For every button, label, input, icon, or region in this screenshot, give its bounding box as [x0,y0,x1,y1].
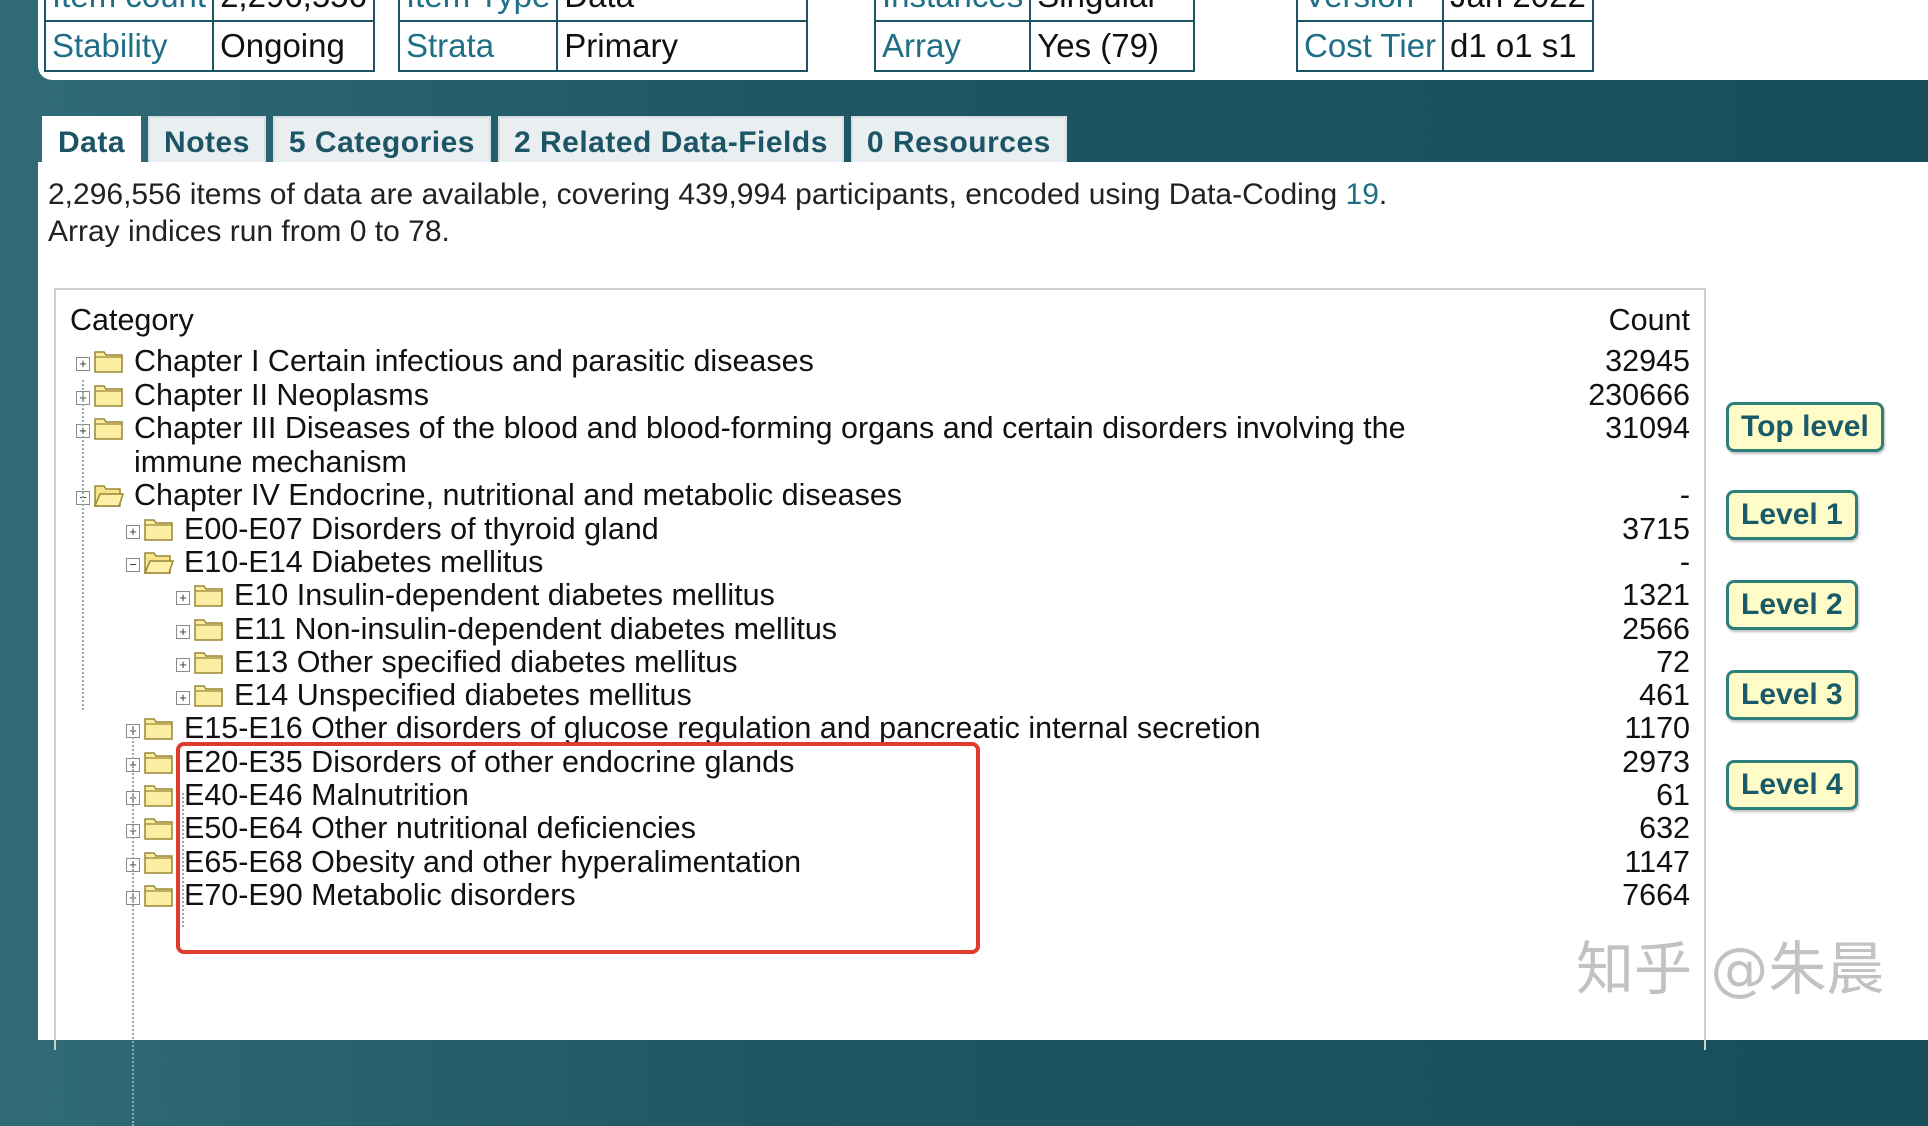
array-label: Array [873,20,1032,72]
folder-icon [194,652,223,674]
category-count: 7664 [1622,877,1690,912]
folder-open-icon [144,552,174,574]
tree-guide-line [82,380,84,710]
info-table-2: Item Type Data Strata Primary [397,0,809,72]
folder-icon [94,351,123,373]
folder-icon [144,851,173,874]
tree-header: Category Count [56,300,1704,341]
level-4-button[interactable]: Level 4 [1726,760,1858,810]
level-3-button[interactable]: Level 3 [1726,670,1858,720]
folder-icon [194,685,223,707]
summary-text: 2,296,556 items of data are available, c… [48,178,1346,211]
cost-tier-label: Cost Tier [1295,20,1445,72]
tab-notes[interactable]: Notes [148,116,266,166]
tree-row: + E70-E90 Metabolic disorders 7664 [56,875,1704,916]
category-header: Category [70,303,194,337]
expand-icon[interactable]: + [76,357,90,371]
info-table-4: Version Jan 2022 Cost Tier d1 o1 s1 [1295,0,1594,72]
cost-tier-value: d1 o1 s1 [1442,20,1594,72]
folder-icon [144,518,173,541]
expand-icon[interactable]: + [176,657,190,672]
item-type-value: Data [556,0,809,22]
folder-icon [94,418,123,441]
item-type-label: Item Type [397,0,559,22]
tab-content-data: 2,296,556 items of data are available, c… [38,162,1928,1126]
instances-label: Instances [873,0,1032,22]
expand-icon[interactable]: + [126,524,140,539]
tab-categories[interactable]: 5 Categories [272,116,491,166]
data-coding-link[interactable]: 19 [1346,178,1379,211]
version-value: Jan 2022 [1442,0,1594,22]
category-label[interactable]: E70-E90 Metabolic disorders [184,875,576,916]
array-indices-text: Array indices run from 0 to 78. [48,215,450,248]
stability-value: Ongoing [212,20,375,72]
tab-bar: Data Notes 5 Categories 2 Related Data-F… [42,116,1067,166]
info-table-1: Item count 2,296,556 Stability Ongoing [43,0,375,72]
tree-guide-line [182,793,184,927]
tab-related-data-fields[interactable]: 2 Related Data-Fields [497,116,844,166]
expand-icon[interactable]: + [176,691,190,706]
array-value: Yes (79) [1029,20,1196,72]
data-summary: 2,296,556 items of data are available, c… [48,176,1387,250]
stability-label: Stability [43,20,215,72]
folder-icon [194,618,223,641]
strata-value: Primary [556,20,809,72]
version-label: Version [1295,0,1445,22]
expand-icon[interactable]: + [176,624,190,639]
collapse-icon[interactable]: − [126,557,140,572]
folder-icon [144,785,173,807]
info-table-3: Instances Singular Array Yes (79) [873,0,1196,72]
tab-resources[interactable]: 0 Resources [850,116,1067,166]
folder-icon [144,885,173,907]
folder-icon [144,751,173,774]
folder-icon [144,718,173,741]
category-tree: Category Count + Chapter I Certain infect… [54,288,1706,1126]
tab-data[interactable]: Data [42,116,142,166]
instances-value: Singular [1029,0,1196,22]
item-count-value: 2,296,556 [212,0,375,22]
count-header: Count [1608,303,1690,337]
item-count-label: Item count [43,0,215,22]
folder-icon [194,585,223,607]
tree-guide-line [132,726,134,1126]
expand-icon[interactable]: + [176,591,190,606]
folder-icon [144,818,173,841]
folder-icon [94,385,123,407]
folder-open-icon [94,485,124,508]
field-info-panel: Item count 2,296,556 Stability Ongoing I… [38,0,1928,80]
top-level-button[interactable]: Top level [1726,402,1884,452]
strata-label: Strata [397,20,559,72]
level-1-button[interactable]: Level 1 [1726,490,1858,540]
level-2-button[interactable]: Level 2 [1726,580,1858,630]
summary-period: . [1378,178,1388,211]
watermark: 知乎 @朱晨 [1576,935,1885,1003]
